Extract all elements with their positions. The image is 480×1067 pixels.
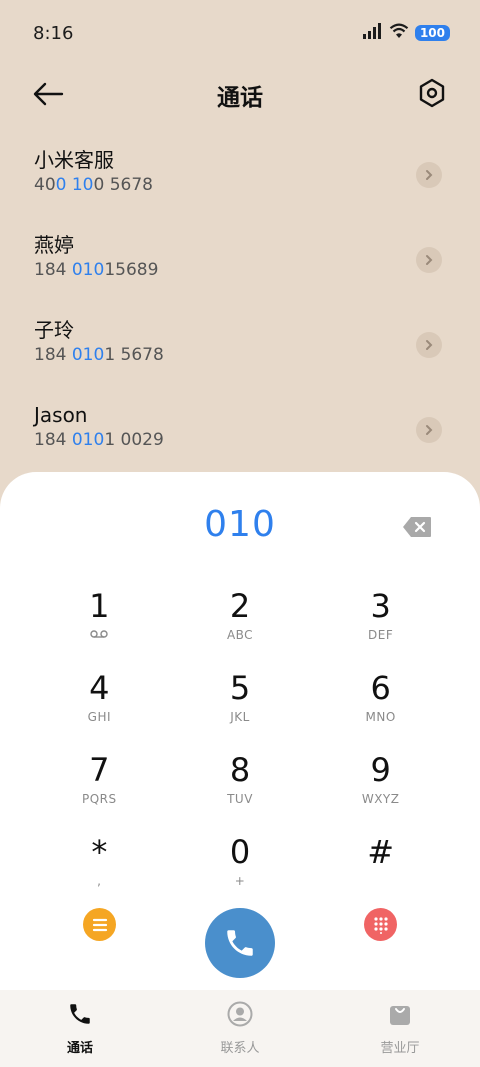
key-9[interactable]: 9 WXYZ xyxy=(310,746,451,828)
shopping-bag-icon xyxy=(388,1001,412,1031)
list-item[interactable]: Jason 184 0101 0029 xyxy=(0,393,480,478)
key-7[interactable]: 7 PQRS xyxy=(29,746,170,828)
nav-label: 营业厅 xyxy=(380,1041,420,1056)
key-letters: WXYZ xyxy=(361,792,400,806)
contact-number: 184 0101 5678 xyxy=(34,345,164,365)
nav-item-store[interactable]: 营业厅 xyxy=(340,1001,460,1056)
page-title: 通话 xyxy=(217,85,263,111)
key-letters: , xyxy=(97,874,102,888)
phone-icon xyxy=(227,930,253,956)
contact-number: 184 01015689 xyxy=(34,260,159,280)
key-letters: + xyxy=(234,874,246,888)
key-8[interactable]: 8 TUV xyxy=(170,746,311,828)
key-digit: 4 xyxy=(89,669,110,707)
nav-label: 联系人 xyxy=(220,1041,260,1056)
key-digit: * xyxy=(91,833,108,871)
contacts-icon xyxy=(227,1001,253,1031)
contact-name: 燕婷 xyxy=(34,233,74,257)
chevron-right-icon[interactable] xyxy=(416,247,442,273)
voicemail-icon xyxy=(90,628,109,642)
key-digit: # xyxy=(367,833,395,871)
signal-icon xyxy=(362,23,383,43)
contact-name: Jason xyxy=(34,403,88,427)
key-digit: 1 xyxy=(89,587,110,625)
chevron-right-icon[interactable] xyxy=(416,332,442,358)
list-item[interactable]: 子玲 184 0101 5678 xyxy=(0,308,480,393)
key-letters: TUV xyxy=(227,792,253,806)
nav-item-contacts[interactable]: 联系人 xyxy=(180,1001,300,1056)
contact-number: 184 0101 0029 xyxy=(34,430,164,450)
chevron-right-icon[interactable] xyxy=(416,417,442,443)
key-digit: 7 xyxy=(89,751,110,789)
header: 通话 xyxy=(0,70,480,120)
dialpad-icon[interactable] xyxy=(364,908,397,941)
key-4[interactable]: 4 GHI xyxy=(29,664,170,746)
menu-icon[interactable] xyxy=(83,908,116,941)
nav-label: 通话 xyxy=(66,1041,93,1056)
phone-icon xyxy=(67,1001,93,1031)
nav-item-calls[interactable]: 通话 xyxy=(20,1001,140,1056)
key-digit: 0 xyxy=(229,833,251,871)
list-item[interactable]: 燕婷 184 01015689 xyxy=(0,223,480,308)
key-letters: JKL xyxy=(230,710,250,724)
key-digit: 5 xyxy=(229,669,251,707)
call-button[interactable] xyxy=(205,908,275,978)
key-digit: 9 xyxy=(370,751,391,789)
status-time: 8:16 xyxy=(33,22,74,44)
key-5[interactable]: 5 JKL xyxy=(170,664,311,746)
status-bar: 8:16 100 xyxy=(0,0,480,66)
key-digit: 6 xyxy=(370,669,391,707)
settings-icon[interactable] xyxy=(418,78,446,108)
key-6[interactable]: 6 MNO xyxy=(310,664,451,746)
key-letters: DEF xyxy=(368,628,394,642)
key-1[interactable]: 1 xyxy=(29,582,170,664)
dialer-panel: 010 1 2 ABC 3 DEF 4 GHI 5 JKL 6 MNO 7 PQ… xyxy=(0,472,480,992)
backspace-icon[interactable] xyxy=(402,516,432,538)
back-arrow-icon[interactable] xyxy=(32,80,64,108)
list-item[interactable]: 小米客服 400 100 5678 xyxy=(0,138,480,223)
bottom-nav: 通话 联系人 营业厅 xyxy=(0,990,480,1067)
contact-list: 小米客服 400 100 5678 燕婷 184 01015689 子玲 184… xyxy=(0,138,480,478)
key-letters: ABC xyxy=(226,628,254,642)
contact-name: 子玲 xyxy=(34,318,74,342)
key-digit: 8 xyxy=(229,751,251,789)
contact-name: 小米客服 xyxy=(34,148,114,172)
battery-icon: 100 xyxy=(414,25,450,41)
key-letters: MNO xyxy=(365,710,396,724)
wifi-icon xyxy=(389,23,409,43)
key-digit: 3 xyxy=(370,587,391,625)
key-3[interactable]: 3 DEF xyxy=(310,582,451,664)
key-letters: GHI xyxy=(87,710,112,724)
chevron-right-icon[interactable] xyxy=(416,162,442,188)
contact-number: 400 100 5678 xyxy=(34,175,153,195)
key-digit: 2 xyxy=(229,587,251,625)
keypad: 1 2 ABC 3 DEF 4 GHI 5 JKL 6 MNO 7 PQRS 8… xyxy=(29,582,451,910)
key-2[interactable]: 2 ABC xyxy=(170,582,311,664)
key-letters: PQRS xyxy=(82,792,117,806)
dialer-actions xyxy=(0,892,480,982)
status-icons: 100 xyxy=(362,23,450,43)
